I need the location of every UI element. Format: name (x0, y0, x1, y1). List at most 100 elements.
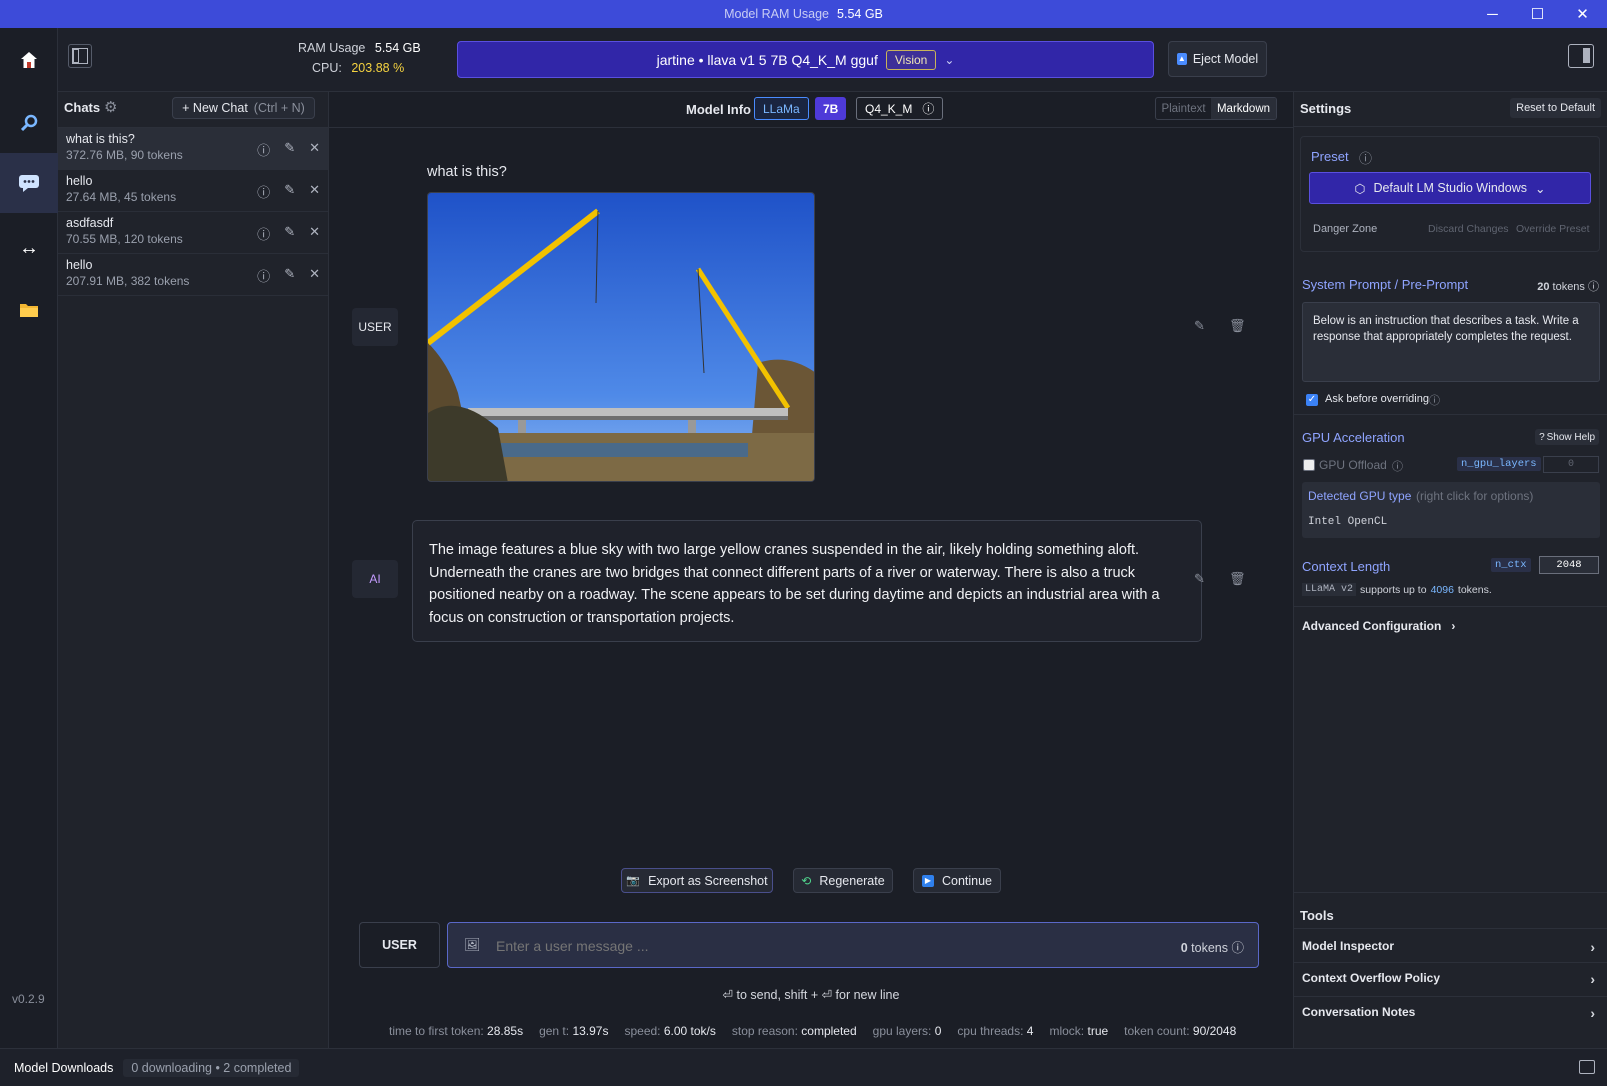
chevron-right-icon: › (1451, 619, 1456, 633)
advanced-config-toggle[interactable]: Advanced Configuration › (1302, 619, 1455, 633)
info-icon[interactable]: ⓘ (257, 140, 270, 159)
info-icon[interactable]: ⓘ (257, 224, 270, 243)
downloads-bar[interactable]: Model Downloads 0 downloading • 2 comple… (0, 1048, 1607, 1086)
format-toggle: Plaintext Markdown (1155, 97, 1277, 120)
edit-icon[interactable]: ✎ (1194, 571, 1205, 587)
supports-text: supports up to (1360, 583, 1427, 596)
model-downloads-label: Model Downloads (14, 1060, 114, 1075)
detected-gpu-box[interactable]: Detected GPU type (right click for optio… (1302, 482, 1600, 538)
edit-icon[interactable]: ✎ (284, 182, 295, 201)
cpu-usage-value: 203.88 % (351, 61, 405, 75)
plaintext-toggle[interactable]: Plaintext (1156, 98, 1211, 119)
new-chat-shortcut: (Ctrl + N) (253, 101, 305, 115)
detected-gpu-label: Detected GPU type (1308, 489, 1412, 503)
help-icon: ? (1539, 431, 1545, 443)
folder-icon[interactable] (0, 280, 58, 340)
gear-icon[interactable]: ⚙ (104, 98, 117, 116)
preset-dropdown[interactable]: ⬡ Default LM Studio Windows ⌄ (1309, 172, 1591, 204)
close-icon[interactable]: ✕ (309, 182, 320, 201)
n-ctx-input[interactable]: 2048 (1539, 556, 1599, 574)
stat-value: 0 (934, 1024, 942, 1038)
image-attach-icon[interactable]: 🖼 (464, 937, 481, 953)
panel-toggle-icon[interactable] (1579, 1060, 1595, 1074)
chat-list-item[interactable]: what is this? 372.76 MB, 90 tokens ⓘ ✎ ✕ (58, 128, 328, 170)
settings-title: Settings (1300, 101, 1352, 116)
info-icon[interactable]: ⓘ (1359, 148, 1372, 167)
ram-usage-label: RAM Usage (298, 41, 366, 55)
close-icon[interactable]: ✕ (309, 140, 320, 159)
stat-item: gen t: 13.97s (539, 1024, 608, 1038)
edit-icon[interactable]: ✎ (284, 224, 295, 243)
regenerate-label: Regenerate (819, 873, 885, 888)
regenerate-button[interactable]: ⟲ Regenerate (793, 868, 893, 893)
chevron-right-icon: › (1590, 1005, 1595, 1021)
chat-list-panel: Chats ⚙ + New Chat (Ctrl + N) what is th… (58, 92, 329, 1048)
stat-label: time to first token: (389, 1024, 484, 1038)
chat-list-item[interactable]: asdfasdf 70.55 MB, 120 tokens ⓘ ✎ ✕ (58, 212, 328, 254)
message-input[interactable] (496, 935, 1096, 957)
home-icon[interactable] (0, 30, 58, 90)
info-icon[interactable]: ⓘ (1392, 458, 1403, 474)
chat-main-area: Model Info LLaMa 7B Q4_K_M ⓘ Plaintext M… (329, 92, 1293, 1048)
markdown-toggle[interactable]: Markdown (1211, 98, 1276, 119)
model-selector[interactable]: jartine • llava v1 5 7B Q4_K_M gguf Visi… (457, 41, 1154, 78)
info-icon[interactable]: ⓘ (922, 100, 934, 117)
close-window-button[interactable]: ✕ (1560, 0, 1605, 28)
eject-model-button[interactable]: ▲ Eject Model (1168, 41, 1267, 77)
maximize-button[interactable]: ☐ (1515, 0, 1560, 28)
chat-icon[interactable] (0, 153, 58, 213)
stat-label: mlock: (1049, 1024, 1085, 1038)
toggle-sidebar-button[interactable] (68, 44, 92, 68)
search-icon[interactable] (0, 93, 58, 153)
chevron-right-icon: › (1590, 939, 1595, 955)
discard-changes-button[interactable]: Discard Changes (1428, 223, 1509, 235)
toggle-settings-panel-button[interactable] (1568, 44, 1594, 68)
show-help-button[interactable]: ? Show Help (1535, 429, 1599, 445)
reset-default-button[interactable]: Reset to Default (1510, 98, 1601, 118)
export-screenshot-button[interactable]: 📷 Export as Screenshot (621, 868, 773, 893)
arrows-icon[interactable]: ↔ (0, 218, 58, 278)
info-icon[interactable]: ⓘ (257, 266, 270, 285)
vision-badge: Vision (885, 49, 937, 70)
tool-context-overflow-policy[interactable]: Context Overflow Policy › (1294, 962, 1607, 996)
info-icon[interactable]: ⓘ (1231, 941, 1244, 955)
stat-item: token count: 90/2048 (1124, 1024, 1236, 1038)
advanced-config-label: Advanced Configuration (1302, 619, 1442, 633)
close-icon[interactable]: ✕ (309, 224, 320, 243)
override-preset-button[interactable]: Override Preset (1516, 223, 1590, 235)
info-icon[interactable]: ⓘ (1429, 392, 1440, 408)
trash-icon[interactable]: 🗑 (1229, 571, 1246, 587)
token-count: 0 (1180, 941, 1188, 955)
gpu-offload-checkbox[interactable] (1303, 459, 1315, 471)
message-input-box[interactable]: 🖼 0 tokens ⓘ (447, 922, 1259, 968)
cpu-usage: CPU: 203.88 % (312, 61, 404, 75)
system-prompt-textarea[interactable]: Below is an instruction that describes a… (1302, 302, 1600, 382)
downloads-status: 0 downloading • 2 completed (123, 1058, 300, 1077)
tool-model-inspector[interactable]: Model Inspector › (1294, 928, 1607, 962)
new-chat-button[interactable]: + New Chat (Ctrl + N) (172, 97, 315, 119)
supports-suffix: tokens. (1457, 583, 1492, 596)
edit-icon[interactable]: ✎ (284, 266, 295, 285)
generation-stats: time to first token: 28.85s gen t: 13.97… (389, 1024, 1236, 1038)
stat-label: gpu layers: (872, 1024, 932, 1038)
ai-role-label: AI (352, 560, 398, 598)
eject-model-label: Eject Model (1192, 52, 1259, 66)
chat-list-item[interactable]: hello 27.64 MB, 45 tokens ⓘ ✎ ✕ (58, 170, 328, 212)
tool-label: Conversation Notes (1302, 1005, 1416, 1019)
system-prompt-token-label: tokens (1552, 281, 1585, 293)
stat-value: true (1087, 1024, 1109, 1038)
ai-message-text: The image features a blue sky with two l… (412, 520, 1202, 642)
continue-button[interactable]: ▶ Continue (913, 868, 1001, 893)
chat-list-item[interactable]: hello 207.91 MB, 382 tokens ⓘ ✎ ✕ (58, 254, 328, 296)
close-icon[interactable]: ✕ (309, 266, 320, 285)
minimize-button[interactable]: ─ (1470, 0, 1515, 28)
edit-icon[interactable]: ✎ (1194, 318, 1205, 334)
tool-conversation-notes[interactable]: Conversation Notes › (1294, 996, 1607, 1030)
input-role-selector[interactable]: USER (359, 922, 440, 968)
stat-value: 28.85s (487, 1024, 524, 1038)
n-gpu-layers-input[interactable]: 0 (1543, 456, 1599, 473)
trash-icon[interactable]: 🗑 (1229, 318, 1246, 334)
edit-icon[interactable]: ✎ (284, 140, 295, 159)
info-icon[interactable]: ⓘ (257, 182, 270, 201)
ask-override-checkbox[interactable]: ✓ (1306, 394, 1318, 406)
